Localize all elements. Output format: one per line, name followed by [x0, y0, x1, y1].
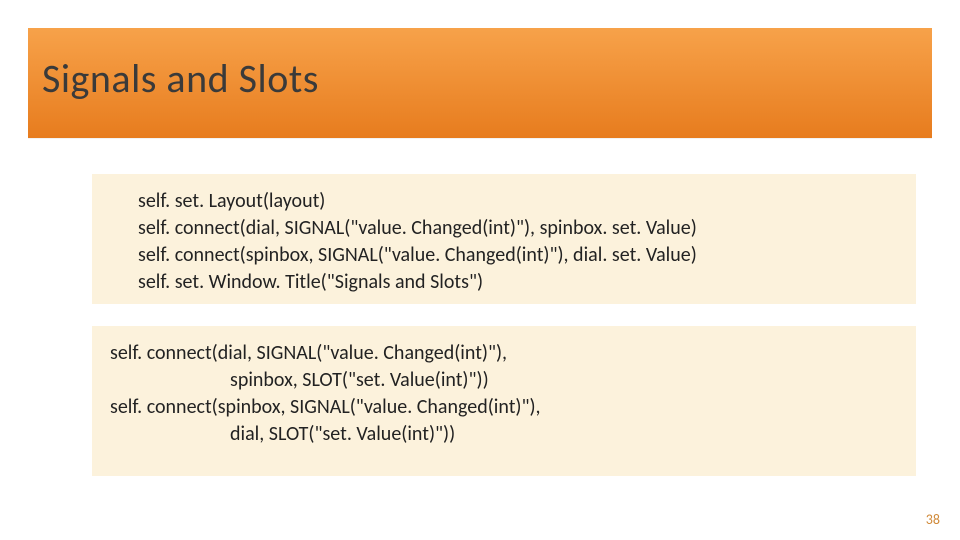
code-line: self. connect(spinbox, SIGNAL("value. Ch… [110, 394, 900, 421]
code-line: self. set. Layout(layout) [138, 188, 900, 215]
code-line: spinbox, SLOT("set. Value(int)")) [110, 367, 900, 394]
code-block-2: self. connect(dial, SIGNAL("value. Chang… [92, 326, 916, 476]
page-number: 38 [926, 511, 940, 528]
title-bar: Signals and Slots [28, 28, 932, 138]
code-line: dial, SLOT("set. Value(int)")) [110, 421, 900, 448]
code-line: self. connect(dial, SIGNAL("value. Chang… [110, 340, 900, 367]
code-line: self. set. Window. Title("Signals and Sl… [138, 269, 900, 296]
slide-title: Signals and Slots [42, 54, 319, 103]
code-block-1: self. set. Layout(layout) self. connect(… [92, 174, 916, 304]
slide: Signals and Slots self. set. Layout(layo… [0, 0, 960, 540]
code-line: self. connect(dial, SIGNAL("value. Chang… [138, 215, 900, 242]
code-line: self. connect(spinbox, SIGNAL("value. Ch… [138, 242, 900, 269]
